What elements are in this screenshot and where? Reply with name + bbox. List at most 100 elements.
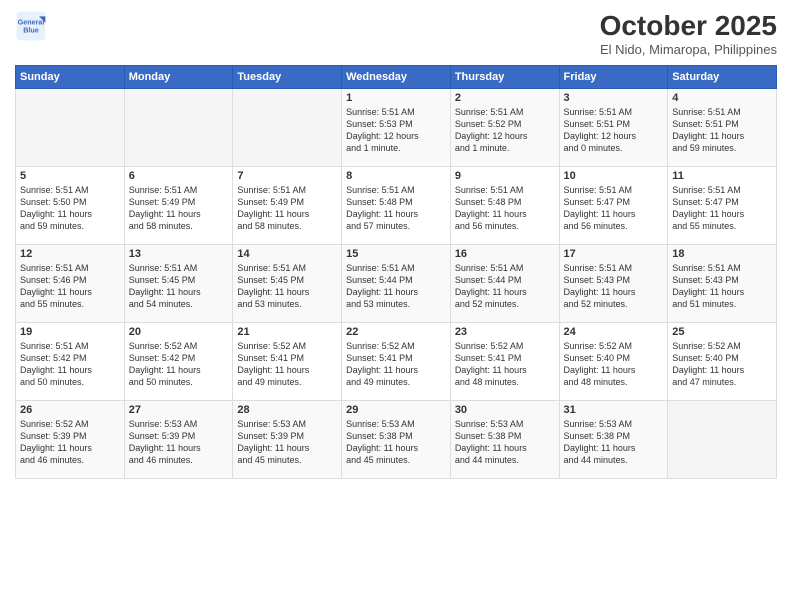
calendar-table: SundayMondayTuesdayWednesdayThursdayFrid… — [15, 65, 777, 479]
calendar-cell: 30 Sunrise: 5:53 AM Sunset: 5:38 PM Dayli… — [450, 401, 559, 479]
day-info: Sunrise: 5:52 AM Sunset: 5:40 PM Dayligh… — [672, 340, 772, 389]
calendar-cell: 27 Sunrise: 5:53 AM Sunset: 5:39 PM Dayli… — [124, 401, 233, 479]
day-number: 24 — [564, 326, 664, 338]
day-info: Sunrise: 5:51 AM Sunset: 5:49 PM Dayligh… — [129, 184, 229, 233]
week-row-1: 1 Sunrise: 5:51 AM Sunset: 5:53 PM Daylig… — [16, 89, 777, 167]
calendar-cell — [668, 401, 777, 479]
day-number: 17 — [564, 248, 664, 260]
calendar-cell: 11Sunrise: 5:51 AM Sunset: 5:47 PM Dayli… — [668, 167, 777, 245]
calendar-cell: 4 Sunrise: 5:51 AM Sunset: 5:51 PM Daylig… — [668, 89, 777, 167]
day-number: 10 — [564, 170, 664, 182]
weekday-header-wednesday: Wednesday — [342, 66, 451, 89]
weekday-header-row: SundayMondayTuesdayWednesdayThursdayFrid… — [16, 66, 777, 89]
calendar-cell: 28Sunrise: 5:53 AM Sunset: 5:39 PM Dayli… — [233, 401, 342, 479]
day-info: Sunrise: 5:51 AM Sunset: 5:50 PM Dayligh… — [20, 184, 120, 233]
week-row-2: 5 Sunrise: 5:51 AM Sunset: 5:50 PM Daylig… — [16, 167, 777, 245]
calendar-cell: 20Sunrise: 5:52 AM Sunset: 5:42 PM Dayli… — [124, 323, 233, 401]
day-info: Sunrise: 5:51 AM Sunset: 5:53 PM Dayligh… — [346, 106, 446, 155]
calendar-cell: 22 Sunrise: 5:52 AM Sunset: 5:41 PM Dayli… — [342, 323, 451, 401]
day-info: Sunrise: 5:51 AM Sunset: 5:43 PM Dayligh… — [564, 262, 664, 311]
month-title: October 2025 — [600, 10, 777, 42]
day-info: Sunrise: 5:51 AM Sunset: 5:49 PM Dayligh… — [237, 184, 337, 233]
page-container: General Blue October 2025 El Nido, Mimar… — [0, 0, 792, 612]
day-info: Sunrise: 5:52 AM Sunset: 5:39 PM Dayligh… — [20, 418, 120, 467]
calendar-cell: 2 Sunrise: 5:51 AM Sunset: 5:52 PM Daylig… — [450, 89, 559, 167]
week-row-4: 19Sunrise: 5:51 AM Sunset: 5:42 PM Dayli… — [16, 323, 777, 401]
day-info: Sunrise: 5:52 AM Sunset: 5:40 PM Dayligh… — [564, 340, 664, 389]
day-info: Sunrise: 5:51 AM Sunset: 5:44 PM Dayligh… — [346, 262, 446, 311]
day-number: 21 — [237, 326, 337, 338]
day-number: 28 — [237, 404, 337, 416]
day-info: Sunrise: 5:51 AM Sunset: 5:52 PM Dayligh… — [455, 106, 555, 155]
day-number: 1 — [346, 92, 446, 104]
calendar-cell: 10Sunrise: 5:51 AM Sunset: 5:47 PM Dayli… — [559, 167, 668, 245]
day-number: 23 — [455, 326, 555, 338]
weekday-header-saturday: Saturday — [668, 66, 777, 89]
day-info: Sunrise: 5:51 AM Sunset: 5:46 PM Dayligh… — [20, 262, 120, 311]
day-number: 3 — [564, 92, 664, 104]
week-row-3: 12 Sunrise: 5:51 AM Sunset: 5:46 PM Dayli… — [16, 245, 777, 323]
calendar-cell: 1 Sunrise: 5:51 AM Sunset: 5:53 PM Daylig… — [342, 89, 451, 167]
day-info: Sunrise: 5:52 AM Sunset: 5:41 PM Dayligh… — [237, 340, 337, 389]
day-info: Sunrise: 5:51 AM Sunset: 5:45 PM Dayligh… — [129, 262, 229, 311]
day-info: Sunrise: 5:51 AM Sunset: 5:43 PM Dayligh… — [672, 262, 772, 311]
calendar-cell: 14Sunrise: 5:51 AM Sunset: 5:45 PM Dayli… — [233, 245, 342, 323]
day-info: Sunrise: 5:52 AM Sunset: 5:41 PM Dayligh… — [455, 340, 555, 389]
calendar-cell: 19Sunrise: 5:51 AM Sunset: 5:42 PM Dayli… — [16, 323, 125, 401]
day-number: 22 — [346, 326, 446, 338]
day-number: 16 — [455, 248, 555, 260]
calendar-cell: 13 Sunrise: 5:51 AM Sunset: 5:45 PM Dayli… — [124, 245, 233, 323]
day-info: Sunrise: 5:51 AM Sunset: 5:51 PM Dayligh… — [564, 106, 664, 155]
day-number: 15 — [346, 248, 446, 260]
day-info: Sunrise: 5:51 AM Sunset: 5:48 PM Dayligh… — [455, 184, 555, 233]
calendar-cell: 6 Sunrise: 5:51 AM Sunset: 5:49 PM Daylig… — [124, 167, 233, 245]
day-info: Sunrise: 5:51 AM Sunset: 5:47 PM Dayligh… — [672, 184, 772, 233]
day-number: 8 — [346, 170, 446, 182]
calendar-cell: 7 Sunrise: 5:51 AM Sunset: 5:49 PM Daylig… — [233, 167, 342, 245]
calendar-cell — [16, 89, 125, 167]
logo-icon: General Blue — [15, 10, 47, 42]
calendar-cell: 21 Sunrise: 5:52 AM Sunset: 5:41 PM Dayli… — [233, 323, 342, 401]
day-number: 6 — [129, 170, 229, 182]
calendar-cell: 15 Sunrise: 5:51 AM Sunset: 5:44 PM Dayli… — [342, 245, 451, 323]
day-number: 4 — [672, 92, 772, 104]
day-number: 12 — [20, 248, 120, 260]
day-number: 18 — [672, 248, 772, 260]
calendar-cell: 23 Sunrise: 5:52 AM Sunset: 5:41 PM Dayli… — [450, 323, 559, 401]
day-number: 30 — [455, 404, 555, 416]
day-number: 31 — [564, 404, 664, 416]
day-number: 25 — [672, 326, 772, 338]
weekday-header-thursday: Thursday — [450, 66, 559, 89]
day-number: 7 — [237, 170, 337, 182]
calendar-cell: 25 Sunrise: 5:52 AM Sunset: 5:40 PM Dayli… — [668, 323, 777, 401]
calendar-cell — [124, 89, 233, 167]
day-number: 26 — [20, 404, 120, 416]
day-number: 27 — [129, 404, 229, 416]
day-info: Sunrise: 5:52 AM Sunset: 5:41 PM Dayligh… — [346, 340, 446, 389]
day-info: Sunrise: 5:53 AM Sunset: 5:38 PM Dayligh… — [564, 418, 664, 467]
week-row-5: 26 Sunrise: 5:52 AM Sunset: 5:39 PM Dayli… — [16, 401, 777, 479]
calendar-cell: 24 Sunrise: 5:52 AM Sunset: 5:40 PM Dayli… — [559, 323, 668, 401]
day-number: 14 — [237, 248, 337, 260]
weekday-header-monday: Monday — [124, 66, 233, 89]
day-number: 19 — [20, 326, 120, 338]
calendar-cell: 5 Sunrise: 5:51 AM Sunset: 5:50 PM Daylig… — [16, 167, 125, 245]
calendar-cell: 29 Sunrise: 5:53 AM Sunset: 5:38 PM Dayli… — [342, 401, 451, 479]
day-info: Sunrise: 5:51 AM Sunset: 5:51 PM Dayligh… — [672, 106, 772, 155]
weekday-header-friday: Friday — [559, 66, 668, 89]
calendar-cell: 17 Sunrise: 5:51 AM Sunset: 5:43 PM Dayli… — [559, 245, 668, 323]
day-number: 13 — [129, 248, 229, 260]
day-number: 2 — [455, 92, 555, 104]
day-info: Sunrise: 5:53 AM Sunset: 5:38 PM Dayligh… — [455, 418, 555, 467]
calendar-cell: 16Sunrise: 5:51 AM Sunset: 5:44 PM Dayli… — [450, 245, 559, 323]
day-number: 5 — [20, 170, 120, 182]
location: El Nido, Mimaropa, Philippines — [600, 42, 777, 57]
day-info: Sunrise: 5:53 AM Sunset: 5:38 PM Dayligh… — [346, 418, 446, 467]
day-info: Sunrise: 5:53 AM Sunset: 5:39 PM Dayligh… — [129, 418, 229, 467]
weekday-header-sunday: Sunday — [16, 66, 125, 89]
calendar-cell: 8Sunrise: 5:51 AM Sunset: 5:48 PM Daylig… — [342, 167, 451, 245]
calendar-cell: 9Sunrise: 5:51 AM Sunset: 5:48 PM Daylig… — [450, 167, 559, 245]
calendar-cell: 31 Sunrise: 5:53 AM Sunset: 5:38 PM Dayli… — [559, 401, 668, 479]
day-number: 29 — [346, 404, 446, 416]
day-number: 20 — [129, 326, 229, 338]
